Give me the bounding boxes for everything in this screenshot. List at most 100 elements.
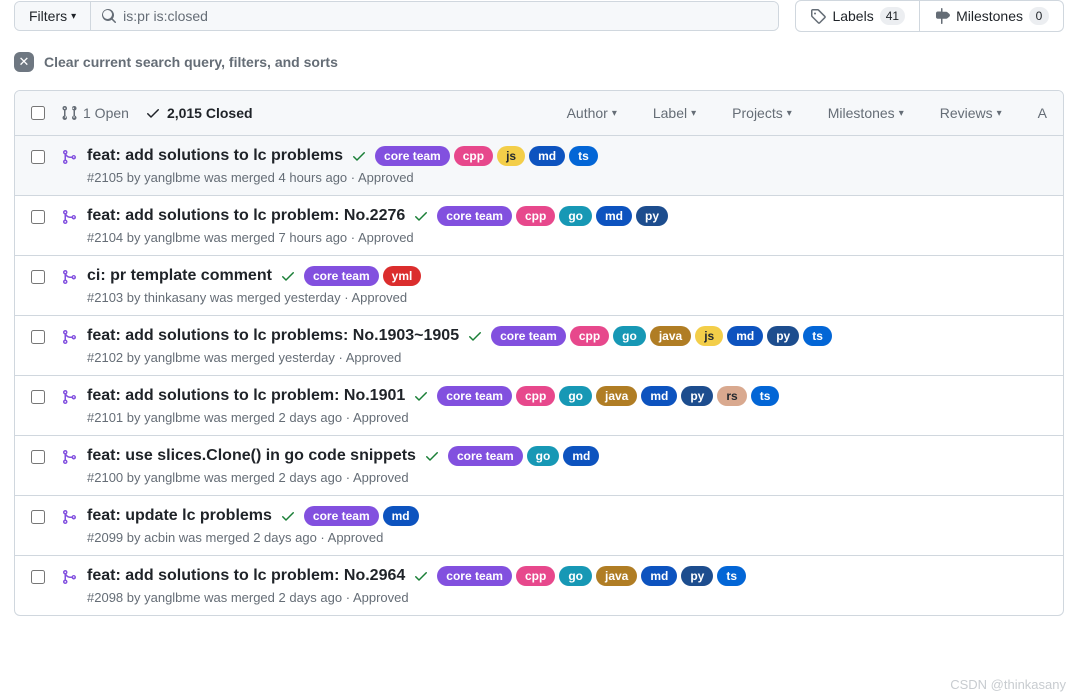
search-input[interactable] (117, 2, 768, 30)
table-row: feat: add solutions to lc problems: No.1… (15, 316, 1063, 376)
pr-meta: #2101 by yanglbme was merged 2 days ago … (87, 410, 1047, 425)
search-icon (101, 8, 117, 24)
label-cpp[interactable]: cpp (516, 386, 555, 406)
filters-label: Filters (29, 8, 67, 24)
label-group: core teamcppgomdpy (437, 206, 668, 226)
open-tab[interactable]: 1 Open (61, 105, 129, 121)
label-core team[interactable]: core team (437, 566, 512, 586)
milestones-button[interactable]: Milestones 0 (920, 0, 1064, 32)
label-md[interactable]: md (641, 386, 677, 406)
filter-projects[interactable]: Projects▾ (732, 105, 792, 121)
label-go[interactable]: go (559, 206, 592, 226)
label-cpp[interactable]: cpp (570, 326, 609, 346)
status-check-icon (424, 448, 440, 464)
label-core team[interactable]: core team (437, 206, 512, 226)
label-java[interactable]: java (596, 386, 637, 406)
label-ts[interactable]: ts (717, 566, 746, 586)
label-md[interactable]: md (727, 326, 763, 346)
git-merge-icon (61, 449, 77, 485)
pr-title-link[interactable]: feat: update lc problems (87, 507, 272, 525)
status-check-icon (280, 508, 296, 524)
label-rs[interactable]: rs (717, 386, 746, 406)
pr-title-link[interactable]: feat: add solutions to lc problem: No.29… (87, 567, 405, 585)
git-merge-icon (61, 149, 77, 185)
filters-dropdown-button[interactable]: Filters ▾ (15, 2, 91, 30)
label-core team[interactable]: core team (375, 146, 450, 166)
row-checkbox[interactable] (31, 330, 45, 344)
label-py[interactable]: py (636, 206, 668, 226)
label-md[interactable]: md (563, 446, 599, 466)
select-all-checkbox[interactable] (31, 106, 45, 120)
closed-tab[interactable]: 2,015 Closed (145, 105, 253, 121)
filter-author[interactable]: Author▾ (567, 105, 617, 121)
label-py[interactable]: py (767, 326, 799, 346)
label-go[interactable]: go (559, 386, 592, 406)
row-checkbox[interactable] (31, 270, 45, 284)
filter-label[interactable]: Label▾ (653, 105, 696, 121)
label-go[interactable]: go (527, 446, 560, 466)
row-checkbox[interactable] (31, 210, 45, 224)
label-group: core teamgomd (448, 446, 599, 466)
caret-down-icon: ▾ (691, 108, 696, 119)
row-checkbox[interactable] (31, 570, 45, 584)
label-core team[interactable]: core team (448, 446, 523, 466)
table-row: feat: add solutions to lc problem: No.22… (15, 196, 1063, 256)
row-checkbox[interactable] (31, 510, 45, 524)
status-check-icon (413, 568, 429, 584)
status-check-icon (467, 328, 483, 344)
row-checkbox[interactable] (31, 450, 45, 464)
git-merge-icon (61, 329, 77, 365)
caret-down-icon: ▾ (787, 108, 792, 119)
labels-button[interactable]: Labels 41 (795, 0, 920, 32)
clear-search-link[interactable]: ✕ Clear current search query, filters, a… (0, 44, 1078, 90)
label-group: core teamcppgojavamdpyts (437, 566, 746, 586)
label-group: core teamcppjsmdts (375, 146, 598, 166)
label-md[interactable]: md (596, 206, 632, 226)
row-checkbox[interactable] (31, 390, 45, 404)
pr-title-link[interactable]: feat: add solutions to lc problems: No.1… (87, 327, 459, 345)
label-yml[interactable]: yml (383, 266, 422, 286)
label-md[interactable]: md (383, 506, 419, 526)
label-py[interactable]: py (681, 386, 713, 406)
git-merge-icon (61, 269, 77, 305)
git-merge-icon (61, 209, 77, 245)
pr-title-link[interactable]: feat: add solutions to lc problems (87, 147, 343, 165)
filter-reviews[interactable]: Reviews▾ (940, 105, 1002, 121)
label-md[interactable]: md (641, 566, 677, 586)
filter-milestones[interactable]: Milestones▾ (828, 105, 904, 121)
label-js[interactable]: js (497, 146, 525, 166)
label-java[interactable]: java (650, 326, 691, 346)
label-core team[interactable]: core team (304, 266, 379, 286)
pr-meta: #2103 by thinkasany was merged yesterday… (87, 290, 1047, 305)
closed-count: 2,015 Closed (167, 105, 253, 121)
label-py[interactable]: py (681, 566, 713, 586)
label-ts[interactable]: ts (751, 386, 780, 406)
label-go[interactable]: go (559, 566, 592, 586)
label-cpp[interactable]: cpp (516, 206, 555, 226)
label-java[interactable]: java (596, 566, 637, 586)
labels-button-text: Labels (832, 8, 873, 24)
pr-title-link[interactable]: ci: pr template comment (87, 267, 272, 285)
label-ts[interactable]: ts (569, 146, 598, 166)
label-group: core teamcppgojavamdpyrsts (437, 386, 779, 406)
pr-list: 1 Open 2,015 Closed Author▾ Label▾ Project… (14, 90, 1064, 616)
row-checkbox[interactable] (31, 150, 45, 164)
label-go[interactable]: go (613, 326, 646, 346)
label-cpp[interactable]: cpp (516, 566, 555, 586)
pr-title-link[interactable]: feat: use slices.Clone() in go code snip… (87, 447, 416, 465)
label-md[interactable]: md (529, 146, 565, 166)
label-js[interactable]: js (695, 326, 723, 346)
filter-a[interactable]: A (1038, 105, 1047, 121)
label-group: core teamcppgojavajsmdpyts (491, 326, 832, 346)
pr-title-link[interactable]: feat: add solutions to lc problem: No.22… (87, 207, 405, 225)
label-core team[interactable]: core team (304, 506, 379, 526)
label-core team[interactable]: core team (491, 326, 566, 346)
table-row: feat: add solutions to lc problem: No.29… (15, 556, 1063, 615)
close-icon: ✕ (14, 52, 34, 72)
label-cpp[interactable]: cpp (454, 146, 493, 166)
pr-title-link[interactable]: feat: add solutions to lc problem: No.19… (87, 387, 405, 405)
label-core team[interactable]: core team (437, 386, 512, 406)
label-ts[interactable]: ts (803, 326, 832, 346)
table-row: feat: add solutions to lc problems core t… (15, 136, 1063, 196)
git-pull-request-icon (61, 105, 77, 121)
